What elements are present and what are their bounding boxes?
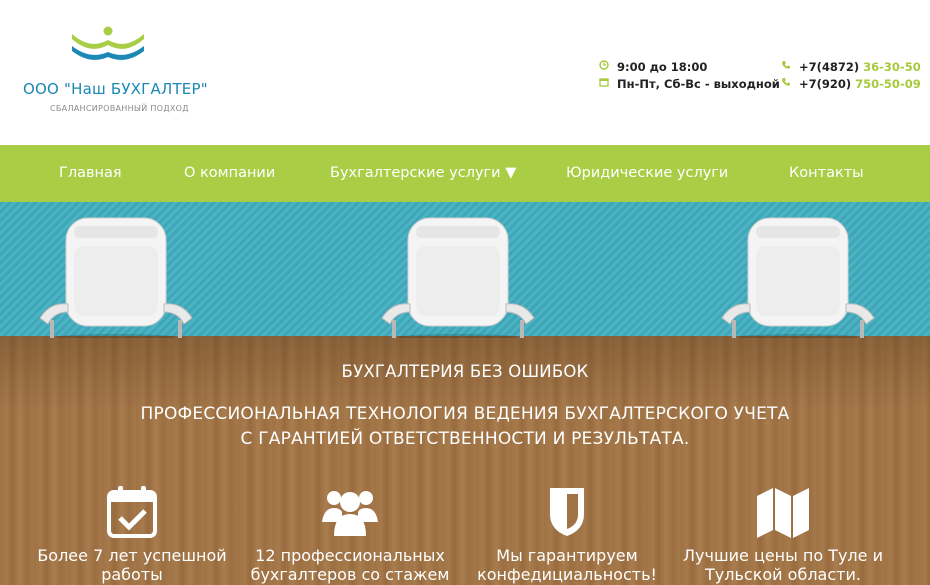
phone-icon <box>780 77 791 90</box>
office-chair-image <box>39 217 193 338</box>
feature-text: Более 7 лет успешной работы <box>22 546 242 584</box>
calendar-check-icon <box>107 486 157 538</box>
phone-prefix[interactable]: +7(920) <box>799 77 851 91</box>
phone-list: +7(4872) 36-30-50 +7(920) 750-50-09 <box>780 58 921 92</box>
phone-icon <box>780 60 791 73</box>
feature-line: Более 7 лет успешной <box>37 546 227 565</box>
feature-text: Мы гарантируем конфедициальность! <box>457 546 677 584</box>
nav-item-home[interactable]: Главная <box>59 145 122 202</box>
days-text: Пн-Пт, Сб-Вс - выходной <box>617 76 780 91</box>
feature-line: конфедициальность! <box>477 565 657 584</box>
phone-number[interactable]: 750-50-09 <box>855 77 921 91</box>
users-icon <box>322 491 378 536</box>
feature-line: работы <box>101 565 163 584</box>
site-header: ООО "Наш БУХГАЛТЕР" СБАЛАНСИРОВАННЫЙ ПОД… <box>0 0 930 145</box>
clock-icon <box>598 60 609 73</box>
nav-item-contacts[interactable]: Контакты <box>789 145 864 202</box>
shield-icon <box>550 488 584 536</box>
main-nav: Главная О компании Бухгалтерские услуги … <box>0 145 930 202</box>
phone-number[interactable]: 36-30-50 <box>863 60 921 74</box>
working-hours: 9:00 до 18:00 Пн-Пт, Сб-Вс - выходной <box>598 58 780 92</box>
feature-experience: Более 7 лет успешной работы <box>22 484 242 584</box>
feature-team: 12 профессиональных бухгалтеров со стаже… <box>240 484 460 584</box>
office-chair-image <box>381 217 535 338</box>
logo-icon[interactable] <box>70 26 146 64</box>
phone-prefix[interactable]: +7(4872) <box>799 60 859 74</box>
nav-item-legal-services[interactable]: Юридические услуги <box>566 145 728 202</box>
map-icon <box>757 488 809 538</box>
feature-text: 12 профессиональных бухгалтеров со стаже… <box>240 546 460 584</box>
feature-text: Лучшие цены по Туле и Тульской области. <box>673 546 893 584</box>
feature-prices: Лучшие цены по Туле и Тульской области. <box>673 484 893 584</box>
hero-headline: БУХГАЛТЕРИЯ БЕЗ ОШИБОК <box>341 362 589 381</box>
calendar-icon <box>598 77 609 90</box>
company-slogan: СБАЛАНСИРОВАННЫЙ ПОДХОД <box>50 104 189 113</box>
company-name[interactable]: ООО "Наш БУХГАЛТЕР" <box>23 80 208 98</box>
feature-line: Лучшие цены по Туле и <box>683 546 883 565</box>
hero-subline-line: С ГАРАНТИЕЙ ОТВЕТСТВЕННОСТИ И РЕЗУЛЬТАТА… <box>240 429 690 449</box>
office-chair-image <box>721 217 875 338</box>
feature-line: бухгалтеров со стажем <box>250 565 450 584</box>
nav-item-about[interactable]: О компании <box>184 145 275 202</box>
feature-line: Мы гарантируем <box>496 546 638 565</box>
hero-subline-line: ПРОФЕССИОНАЛЬНАЯ ТЕХНОЛОГИЯ ВЕДЕНИЯ БУХГ… <box>140 404 790 424</box>
feature-line: Тульской области. <box>705 565 861 584</box>
feature-confidentiality: Мы гарантируем конфедициальность! <box>457 484 677 584</box>
hero-subline: ПРОФЕССИОНАЛЬНАЯ ТЕХНОЛОГИЯ ВЕДЕНИЯ БУХГ… <box>0 402 930 452</box>
hours-text: 9:00 до 18:00 <box>617 59 708 74</box>
feature-line: 12 профессиональных <box>255 546 445 565</box>
nav-item-accounting-services[interactable]: Бухгалтерские услуги ▼ <box>330 145 516 202</box>
